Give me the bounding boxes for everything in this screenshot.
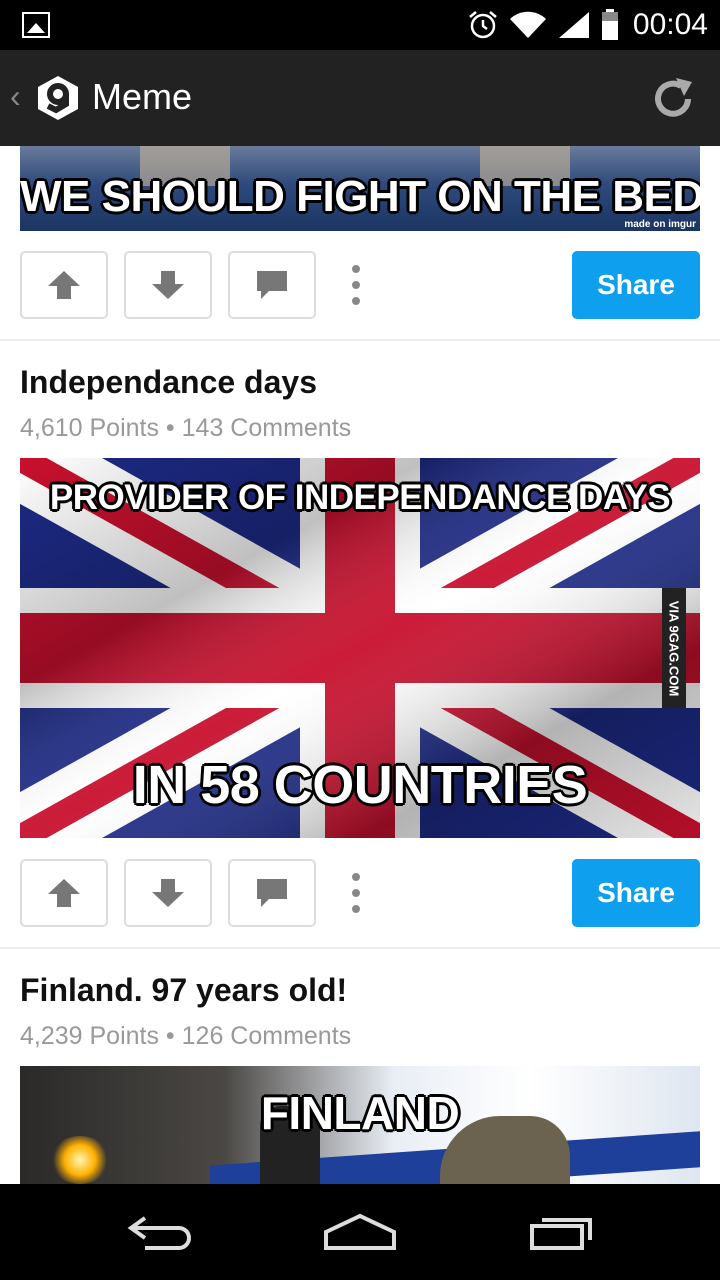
refresh-icon[interactable]	[650, 76, 696, 122]
system-navigation-bar	[0, 1184, 720, 1280]
comment-button[interactable]	[228, 251, 316, 319]
post-title[interactable]: Finland. 97 years old!	[20, 972, 347, 1009]
comment-icon	[257, 879, 287, 907]
post-feed[interactable]: WE SHOULD FIGHT ON THE BED made on imgur…	[0, 146, 720, 1184]
meme-caption-top: FINLAND	[260, 1087, 460, 1139]
comment-button[interactable]	[228, 859, 316, 927]
share-button[interactable]: Share	[572, 859, 700, 927]
signal-icon	[558, 12, 589, 38]
arrow-down-icon	[152, 271, 184, 299]
image-notification-icon	[22, 12, 50, 38]
arrow-down-icon	[152, 879, 184, 907]
meme-caption-bottom: IN 58 COUNTRIES	[132, 755, 588, 815]
divider	[0, 339, 720, 341]
share-button[interactable]: Share	[572, 251, 700, 319]
up-navigation-icon[interactable]: ‹	[10, 78, 21, 115]
upvote-button[interactable]	[20, 251, 108, 319]
upvote-button[interactable]	[20, 859, 108, 927]
arrow-up-icon	[48, 271, 80, 299]
wifi-icon	[509, 11, 546, 38]
app-logo-icon[interactable]	[34, 74, 82, 122]
post-image[interactable]: WE SHOULD FIGHT ON THE BED made on imgur	[20, 146, 700, 231]
home-icon	[324, 1213, 396, 1250]
watermark-text: VIA 9GAG.COM	[666, 600, 682, 696]
downvote-button[interactable]	[124, 251, 212, 319]
post-image[interactable]: PROVIDER OF INDEPENDANCE DAYS IN 58 COUN…	[20, 458, 700, 838]
downvote-button[interactable]	[124, 859, 212, 927]
arrow-up-icon	[48, 879, 80, 907]
muzzle-flash	[50, 1136, 110, 1184]
battery-icon	[601, 9, 618, 40]
page-title: Meme	[92, 76, 193, 117]
nav-home-button[interactable]	[315, 1204, 405, 1260]
status-bar: 00:04	[0, 0, 720, 50]
divider	[0, 947, 720, 949]
image-watermark: VIA 9GAG.COM	[662, 588, 686, 708]
post-title[interactable]: Independance days	[20, 364, 317, 401]
nav-back-button[interactable]	[115, 1204, 205, 1260]
back-icon	[127, 1216, 191, 1250]
clock: 00:04	[632, 8, 708, 41]
more-options-button[interactable]	[348, 265, 364, 305]
recents-icon	[530, 1218, 592, 1250]
post-actions: Share	[20, 251, 700, 319]
meme-caption-top: PROVIDER OF INDEPENDANCE DAYS	[49, 478, 671, 517]
action-bar: ‹ Meme	[0, 50, 720, 146]
post-meta: 4,239 Points • 126 Comments	[20, 1022, 352, 1050]
post-actions: Share	[20, 859, 700, 927]
alarm-icon	[469, 11, 497, 39]
nav-recents-button[interactable]	[518, 1204, 608, 1260]
meme-caption: WE SHOULD FIGHT ON THE BED	[20, 172, 700, 221]
image-watermark: made on imgur	[624, 219, 696, 230]
post-meta: 4,610 Points • 143 Comments	[20, 414, 352, 442]
comment-icon	[257, 271, 287, 299]
status-icons: 00:04	[467, 0, 708, 50]
more-options-button[interactable]	[348, 873, 364, 913]
post-image[interactable]: FINLAND	[20, 1066, 700, 1184]
